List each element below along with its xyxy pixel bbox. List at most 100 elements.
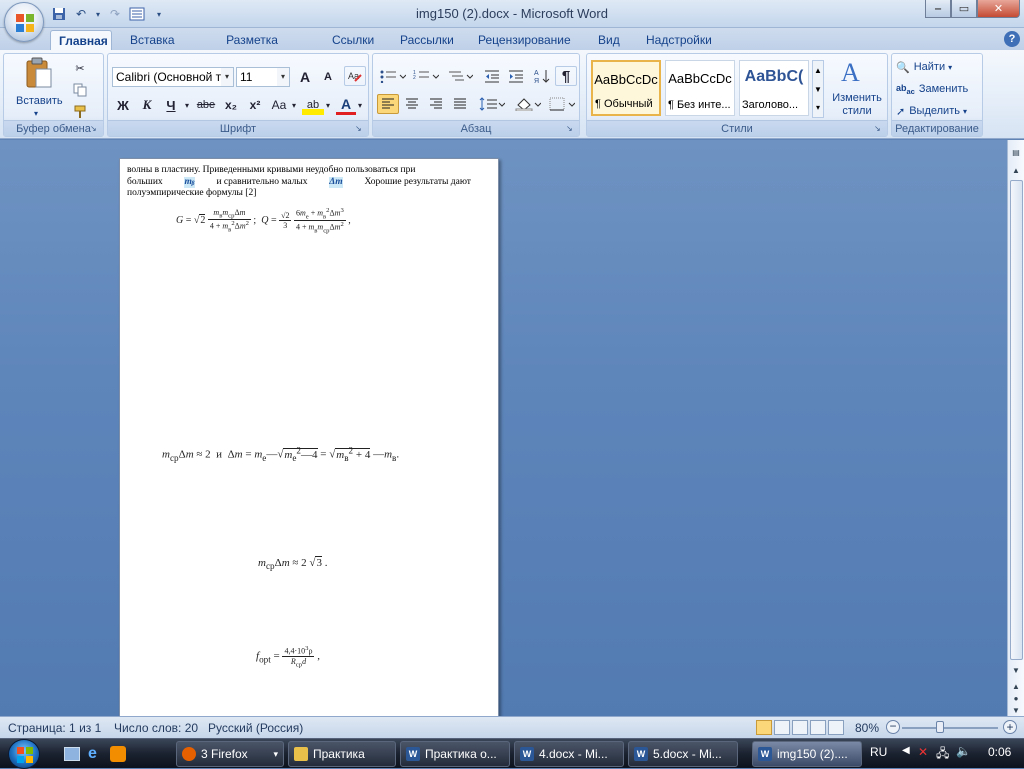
- replace-button[interactable]: abac Заменить: [896, 79, 982, 99]
- bold-button[interactable]: Ж: [112, 95, 134, 115]
- change-case-button[interactable]: Aa: [268, 95, 290, 115]
- style-no-spacing[interactable]: AaBbCcDc ¶ Без инте...: [665, 60, 735, 116]
- web-layout-icon[interactable]: [792, 720, 808, 735]
- bullets-icon[interactable]: [378, 66, 408, 86]
- security-alert-icon[interactable]: ✕: [918, 745, 928, 759]
- font-size-combo[interactable]: 11 ▾: [236, 67, 290, 87]
- outline-view-icon[interactable]: [810, 720, 826, 735]
- strikethrough-button[interactable]: abe: [194, 95, 218, 115]
- font-name-combo[interactable]: Calibri (Основной те ▾: [112, 67, 234, 87]
- font-launcher-icon[interactable]: ↘: [355, 124, 365, 134]
- zoom-in-icon[interactable]: +: [1003, 720, 1017, 734]
- change-case-dropdown-icon[interactable]: ▾: [290, 95, 298, 115]
- clipboard-launcher-icon[interactable]: ↘: [90, 124, 100, 134]
- paragraph-text[interactable]: волны в пластину. Приведенными кривыми н…: [127, 165, 471, 200]
- sort-icon[interactable]: AЯ: [531, 66, 553, 86]
- language-status[interactable]: Русский (Россия): [208, 721, 303, 735]
- style-normal[interactable]: AaBbCcDc ¶ Обычный: [591, 60, 661, 116]
- select-button[interactable]: ➚ Выделить ▾: [896, 101, 982, 121]
- numbering-icon[interactable]: 12: [411, 66, 441, 86]
- format-painter-icon[interactable]: [70, 102, 90, 122]
- formula-image-1[interactable]: G = √2 mвmсрΔm 4 + mв2Δm2 ; Q = √2 3 6mе +…: [176, 207, 351, 235]
- show-desktop-icon[interactable]: [64, 747, 80, 761]
- network-icon[interactable]: 🖧: [936, 744, 949, 765]
- line-spacing-icon[interactable]: [477, 94, 507, 114]
- taskbar-item-img150[interactable]: W img150 (2)....: [752, 741, 862, 767]
- multilevel-list-icon[interactable]: [445, 66, 475, 86]
- formula-image-3[interactable]: mсрΔm ≈ 2 √3 .: [258, 556, 327, 571]
- ruler-toggle-icon[interactable]: ▤: [1008, 146, 1024, 160]
- font-name-dropdown-icon[interactable]: ▾: [221, 68, 233, 86]
- tab-references[interactable]: Ссылки: [324, 30, 380, 50]
- styles-scroll-down-icon[interactable]: ▼: [813, 80, 823, 99]
- show-formatting-marks-button[interactable]: ¶: [555, 66, 577, 86]
- scroll-thumb[interactable]: [1010, 180, 1023, 660]
- tab-view[interactable]: Вид: [590, 30, 626, 50]
- font-color-dropdown-icon[interactable]: ▾: [356, 95, 364, 115]
- taskbar-item-5docx[interactable]: W 5.docx - Mi...: [628, 741, 738, 767]
- page-count[interactable]: Страница: 1 из 1: [8, 721, 101, 735]
- styles-scroll-up-icon[interactable]: ▲: [813, 61, 823, 80]
- change-styles-button[interactable]: A Изменить стили: [827, 58, 887, 120]
- justify-icon[interactable]: [449, 94, 471, 114]
- document-area[interactable]: волны в пластину. Приведенными кривыми н…: [0, 140, 1007, 716]
- styles-more-icon[interactable]: ▾: [813, 99, 823, 117]
- print-layout-view-icon[interactable]: [756, 720, 772, 735]
- shrink-font-button[interactable]: A: [317, 67, 339, 87]
- italic-button[interactable]: К: [136, 95, 158, 115]
- subscript-button[interactable]: x₂: [220, 95, 242, 115]
- underline-button[interactable]: Ч: [160, 95, 182, 115]
- find-button[interactable]: 🔍 Найти ▾: [896, 57, 982, 77]
- minimize-button[interactable]: ‒: [925, 0, 951, 18]
- grow-font-button[interactable]: A: [294, 67, 316, 87]
- tab-home[interactable]: Главная: [50, 30, 112, 50]
- taskbar-item-firefox[interactable]: 3 Firefox ▾: [176, 741, 284, 767]
- internet-explorer-icon[interactable]: e: [88, 745, 106, 763]
- volume-icon[interactable]: 🔈: [956, 744, 971, 758]
- underline-dropdown-icon[interactable]: ▾: [182, 95, 192, 115]
- draft-view-icon[interactable]: [828, 720, 844, 735]
- word-count[interactable]: Число слов: 20: [114, 721, 198, 735]
- cut-icon[interactable]: ✂: [70, 58, 90, 78]
- taskbar-item-4docx[interactable]: W 4.docx - Mi...: [514, 741, 624, 767]
- align-right-icon[interactable]: [425, 94, 447, 114]
- document-page[interactable]: волны в пластину. Приведенными кривыми н…: [119, 158, 499, 716]
- borders-icon[interactable]: [547, 94, 577, 114]
- tab-review[interactable]: Рецензирование: [470, 30, 578, 50]
- taskbar-item-practice-doc[interactable]: W Практика о...: [400, 741, 510, 767]
- zoom-slider-knob[interactable]: [936, 721, 944, 733]
- start-button[interactable]: [8, 739, 40, 769]
- font-size-dropdown-icon[interactable]: ▾: [277, 68, 289, 86]
- formula-image-2[interactable]: mсрΔm ≈ 2 и Δm = mе—√mе2—4 = √mв2 + 4 —m…: [162, 445, 399, 463]
- scroll-up-icon[interactable]: ▲: [1008, 164, 1024, 178]
- language-indicator[interactable]: RU: [870, 745, 887, 759]
- formula-image-4[interactable]: fopt = 4,4·103ρ Rсрd ,: [256, 645, 320, 668]
- zoom-slider[interactable]: [902, 727, 998, 729]
- highlight-button[interactable]: ab: [302, 95, 324, 115]
- styles-launcher-icon[interactable]: ↘: [874, 124, 884, 134]
- paragraph-launcher-icon[interactable]: ↘: [566, 124, 576, 134]
- highlight-dropdown-icon[interactable]: ▾: [324, 95, 332, 115]
- font-color-button[interactable]: A: [336, 95, 356, 115]
- decrease-indent-icon[interactable]: [481, 66, 503, 86]
- taskbar-item-practice[interactable]: Практика: [288, 741, 396, 767]
- full-screen-reading-icon[interactable]: [774, 720, 790, 735]
- close-button[interactable]: ✕: [977, 0, 1020, 18]
- media-player-icon[interactable]: [110, 746, 126, 762]
- tray-expand-icon[interactable]: ◀: [902, 745, 910, 756]
- tab-insert[interactable]: Вставка: [122, 30, 180, 50]
- office-button[interactable]: [4, 2, 44, 42]
- scroll-down-icon[interactable]: ▼: [1008, 664, 1024, 678]
- superscript-button[interactable]: x²: [244, 95, 266, 115]
- zoom-out-icon[interactable]: −: [886, 720, 900, 734]
- tab-mailings[interactable]: Рассылки: [392, 30, 456, 50]
- clock[interactable]: 0:06: [988, 745, 1011, 759]
- clear-formatting-icon[interactable]: Aa: [344, 66, 366, 86]
- paste-button[interactable]: Вставить ▾: [16, 57, 63, 118]
- increase-indent-icon[interactable]: [505, 66, 527, 86]
- style-heading[interactable]: AaBbC( Заголово...: [739, 60, 809, 116]
- shading-icon[interactable]: [513, 94, 543, 114]
- vertical-scrollbar[interactable]: ▤ ▲ ▼ ▲ ● ▼: [1007, 140, 1024, 716]
- align-center-icon[interactable]: [401, 94, 423, 114]
- maximize-button[interactable]: ▭: [951, 0, 977, 18]
